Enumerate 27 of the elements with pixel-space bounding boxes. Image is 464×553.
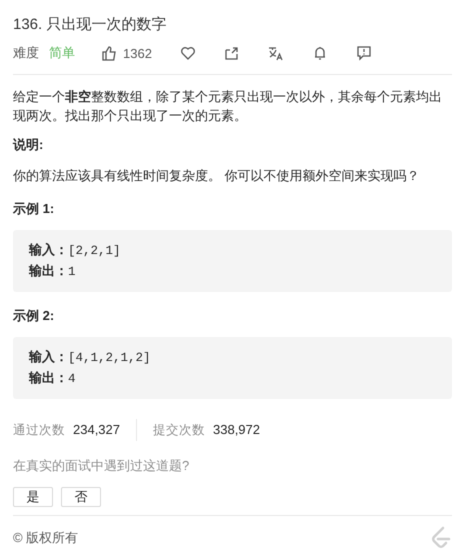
difficulty-value: 简单 xyxy=(49,44,75,62)
code-line: 输出：4 xyxy=(29,369,77,388)
interview-question: 在真实的面试中遇到过这道题? xyxy=(13,457,190,475)
code-line: 输出：1 xyxy=(29,262,77,281)
difficulty-label: 难度 xyxy=(13,44,39,62)
like-button[interactable]: 1362 xyxy=(101,45,152,61)
code-line: 输入：[4,1,2,1,2] xyxy=(29,348,152,367)
stat-label: 提交次数 xyxy=(153,422,205,438)
logo-icon xyxy=(430,526,452,550)
thumbs-up-icon xyxy=(101,45,117,61)
share-icon[interactable] xyxy=(224,45,240,61)
answer-button[interactable]: 否 xyxy=(61,487,101,507)
example-heading: 示例 1: xyxy=(13,200,56,218)
copyright-text: © 版权所有 xyxy=(13,529,78,547)
answer-button[interactable]: 是 xyxy=(13,487,53,507)
problem-title: 136. 只出现一次的数字 xyxy=(13,15,168,34)
comment-icon[interactable] xyxy=(356,45,372,61)
translate-icon[interactable] xyxy=(268,45,284,61)
note-text: 你的算法应该具有线性时间复杂度。 你可以不使用额外空间来实现吗？ xyxy=(13,167,421,185)
stat-value: 234,327 xyxy=(73,421,120,439)
problem-description: 给定一个非空整数数组，除了某个元素只出现一次以外，其余每个元素均出现两次。找出那个只出现了一次的元素。 xyxy=(13,88,443,125)
code-line: 输入：[2,2,1] xyxy=(29,241,122,260)
stat-value: 338,972 xyxy=(213,421,260,439)
note-heading: 说明: xyxy=(13,136,44,154)
stat-label: 通过次数 xyxy=(13,422,65,438)
heart-icon[interactable] xyxy=(180,45,196,61)
example-heading: 示例 2: xyxy=(13,307,56,325)
